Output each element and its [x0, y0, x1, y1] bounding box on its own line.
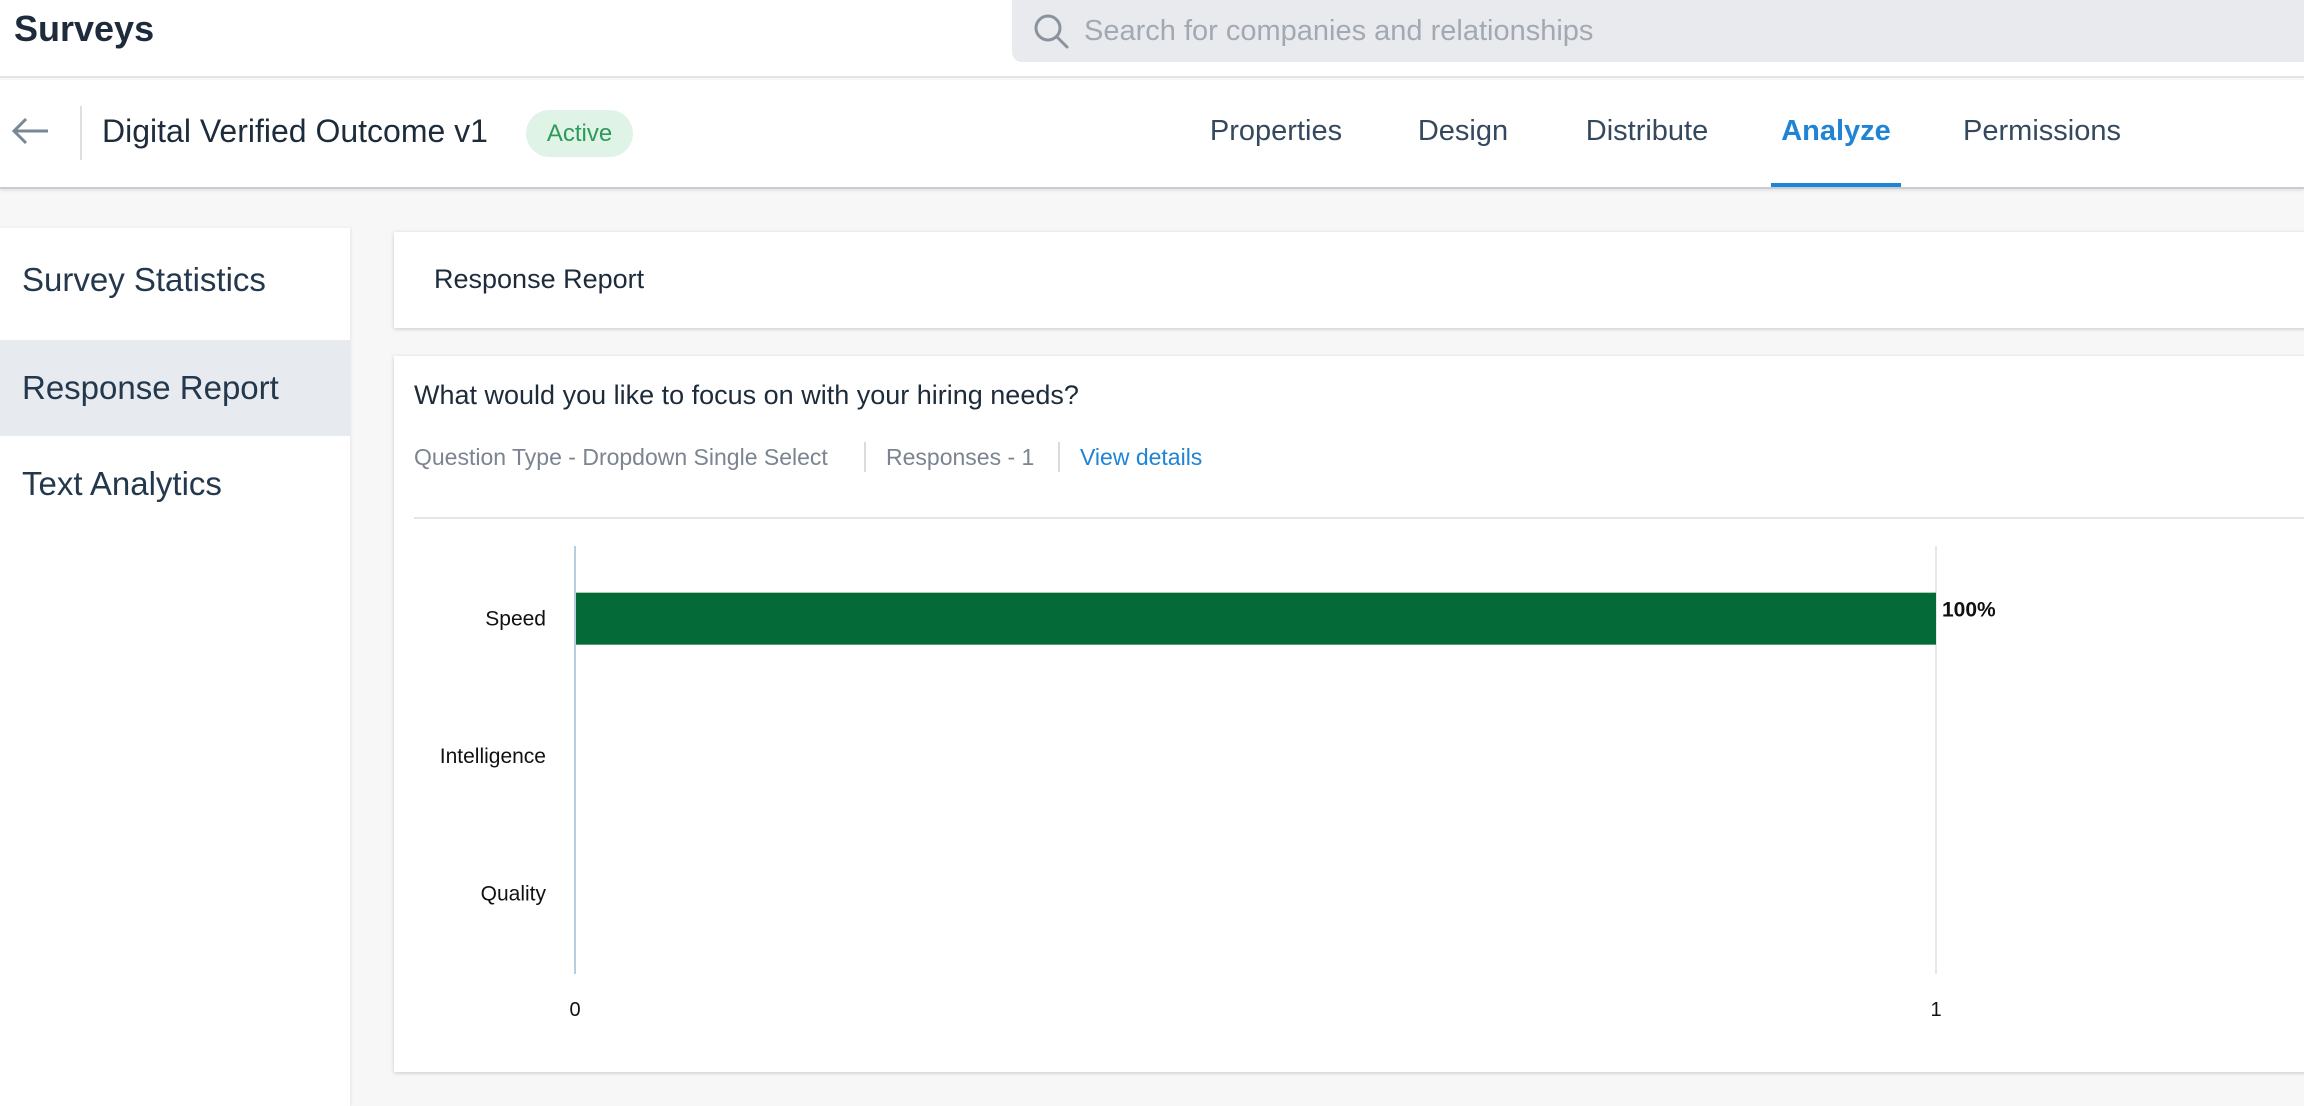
category-label: Speed: [485, 608, 546, 631]
sidebar-item-text-analytics[interactable]: Text Analytics: [0, 436, 350, 532]
search-icon: [1034, 14, 1069, 49]
survey-title: Digital Verified Outcome v1: [102, 113, 488, 149]
x-tick-label: 0: [569, 999, 580, 1021]
tab-analyze[interactable]: Analyze: [1771, 80, 1901, 187]
tab-properties[interactable]: Properties: [1196, 80, 1356, 187]
bar: [576, 592, 1936, 645]
arrow-left-icon[interactable]: [10, 114, 52, 148]
category-label: Intelligence: [440, 745, 546, 768]
survey-header: Digital Verified Outcome v1 Active Prope…: [0, 80, 2304, 189]
search-bar[interactable]: [1012, 0, 2304, 62]
tab-permissions[interactable]: Permissions: [1956, 80, 2128, 187]
x-tick-label: 1: [1930, 999, 1941, 1021]
search-input[interactable]: [1084, 8, 2184, 54]
category-label: Quality: [481, 882, 547, 905]
question-card: What would you like to focus on with you…: [394, 356, 2304, 1072]
response-bar-chart: Speed 100% Intelligence Quality 0 1: [440, 546, 1996, 1021]
sidebar-item-response-report[interactable]: Response Report: [0, 340, 350, 436]
data-label: 100%: [1942, 599, 1996, 622]
sidebar: Survey Statistics Response Report Text A…: [0, 228, 350, 1106]
tab-design[interactable]: Design: [1410, 80, 1516, 187]
header-divider: [80, 106, 82, 160]
sidebar-item-survey-statistics[interactable]: Survey Statistics: [0, 232, 350, 328]
top-bar: Surveys: [0, 0, 2304, 78]
status-badge: Active: [526, 110, 633, 157]
app-title: Surveys: [14, 8, 155, 49]
report-title: Response Report: [434, 264, 645, 294]
tab-distribute[interactable]: Distribute: [1576, 80, 1718, 187]
report-header-card: Response Report: [394, 232, 2304, 328]
